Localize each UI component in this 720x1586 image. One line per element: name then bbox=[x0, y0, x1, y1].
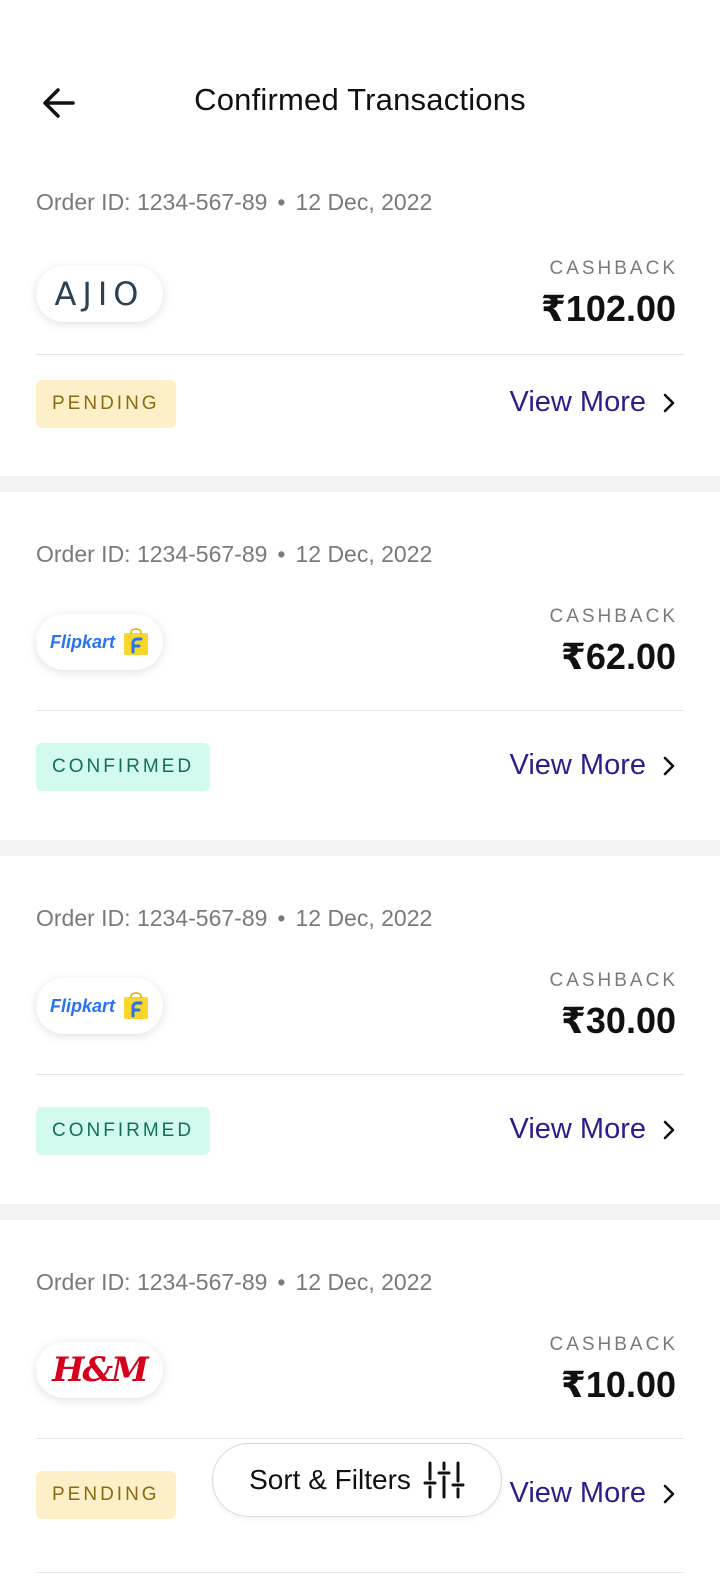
flipkart-bag-icon bbox=[124, 628, 148, 655]
divider bbox=[36, 1074, 684, 1075]
cashback-amount: ₹10.00 bbox=[560, 1364, 676, 1405]
separator-dot: • bbox=[277, 1269, 286, 1295]
separator-dot: • bbox=[277, 189, 286, 215]
sliders-icon bbox=[423, 1461, 465, 1499]
merchant-logo: AJIO bbox=[36, 266, 163, 322]
merchant-logo: H&M bbox=[36, 1342, 163, 1398]
chevron-right-icon bbox=[663, 1484, 675, 1503]
divider bbox=[36, 1572, 684, 1573]
transaction-card: Order ID: 1234-567-89 • 12 Dec, 2022 Flipk… bbox=[0, 856, 720, 1204]
flipkart-logo-text: Flipkart bbox=[49, 995, 115, 1016]
view-more-label: View More bbox=[509, 386, 646, 418]
card-separator bbox=[0, 1204, 720, 1220]
divider bbox=[36, 354, 684, 355]
divider bbox=[36, 710, 684, 711]
order-info: Order ID: 1234-567-89 • 12 Dec, 2022 bbox=[36, 189, 432, 216]
status-badge: CONFIRMED bbox=[36, 743, 211, 791]
chevron-right-icon bbox=[663, 393, 675, 412]
order-info: Order ID: 1234-567-89 • 12 Dec, 2022 bbox=[36, 541, 432, 568]
order-info: Order ID: 1234-567-89 • 12 Dec, 2022 bbox=[36, 1269, 432, 1296]
view-more-label: View More bbox=[509, 749, 646, 781]
cashback-amount: ₹30.00 bbox=[560, 1000, 676, 1041]
separator-dot: • bbox=[277, 905, 286, 931]
app-header: Confirmed Transactions bbox=[0, 0, 720, 160]
cashback-label: CASHBACK bbox=[549, 606, 678, 627]
card-separator bbox=[0, 840, 720, 856]
order-id: Order ID: 1234-567-89 bbox=[36, 1269, 268, 1295]
cashback-label: CASHBACK bbox=[549, 970, 678, 991]
order-info: Order ID: 1234-567-89 • 12 Dec, 2022 bbox=[36, 905, 432, 932]
status-badge: PENDING bbox=[36, 1471, 176, 1519]
order-date: 12 Dec, 2022 bbox=[295, 1269, 433, 1295]
order-date: 12 Dec, 2022 bbox=[295, 905, 433, 931]
hm-logo: H&M bbox=[52, 1350, 148, 1390]
merchant-logo: Flipkart bbox=[36, 978, 163, 1034]
status-badge: CONFIRMED bbox=[36, 1107, 211, 1155]
cashback-amount: ₹102.00 bbox=[540, 288, 676, 329]
view-more-label: View More bbox=[509, 1113, 646, 1145]
chevron-right-icon bbox=[663, 756, 675, 775]
view-more-label: View More bbox=[509, 1477, 646, 1509]
page-title: Confirmed Transactions bbox=[194, 82, 526, 117]
flipkart-logo-text: Flipkart bbox=[49, 631, 115, 652]
card-separator bbox=[0, 476, 720, 492]
order-id: Order ID: 1234-567-89 bbox=[36, 905, 268, 931]
cashback-label: CASHBACK bbox=[549, 1334, 678, 1355]
separator-dot: • bbox=[277, 541, 286, 567]
transaction-card: Order ID: 1234-567-89 • 12 Dec, 2022 AJIO … bbox=[0, 160, 720, 476]
status-badge: PENDING bbox=[36, 380, 176, 428]
view-more-link[interactable]: View More bbox=[510, 1477, 676, 1510]
cashback-label: CASHBACK bbox=[549, 258, 678, 279]
transaction-card: Order ID: 1234-567-89 • 12 Dec, 2022 Flipk… bbox=[0, 492, 720, 840]
view-more-link[interactable]: View More bbox=[510, 1113, 676, 1146]
chevron-right-icon bbox=[663, 1120, 675, 1139]
divider bbox=[36, 1438, 684, 1439]
view-more-link[interactable]: View More bbox=[510, 749, 676, 782]
cashback-amount: ₹62.00 bbox=[560, 636, 676, 677]
flipkart-bag-icon bbox=[124, 992, 148, 1019]
ajio-logo: AJIO bbox=[54, 275, 145, 313]
view-more-link[interactable]: View More bbox=[510, 386, 676, 419]
order-id: Order ID: 1234-567-89 bbox=[36, 541, 268, 567]
order-date: 12 Dec, 2022 bbox=[295, 541, 433, 567]
order-date: 12 Dec, 2022 bbox=[295, 189, 433, 215]
merchant-logo: Flipkart bbox=[36, 614, 163, 670]
sort-filters-label: Sort & Filters bbox=[249, 1464, 411, 1495]
sort-filters-button[interactable]: Sort & Filters bbox=[212, 1443, 502, 1517]
order-id: Order ID: 1234-567-89 bbox=[36, 189, 268, 215]
transaction-card: Order ID: 1234-567-89 • 12 Dec, 2022 H&M C… bbox=[0, 1220, 720, 1586]
